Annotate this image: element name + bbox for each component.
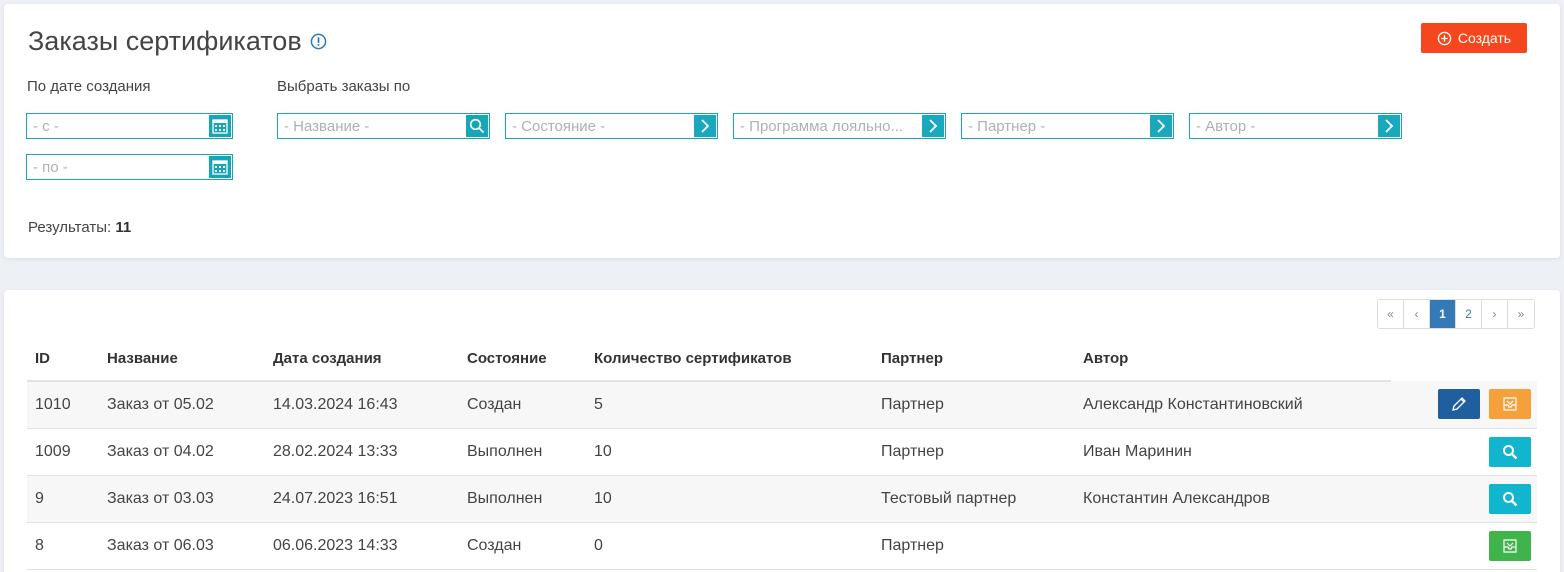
column-header-created[interactable]: Дата создания	[265, 337, 459, 382]
cell-name: Заказ от 03.03	[99, 475, 265, 523]
archive-icon	[1503, 538, 1517, 553]
edit-button[interactable]	[1437, 389, 1480, 420]
cell-author	[1075, 522, 1391, 570]
date-filter-label: По дате создания	[27, 78, 151, 95]
cell-count: 10	[586, 428, 873, 476]
cell-partner: Тестовый партнер	[873, 475, 1075, 523]
cell-created: 24.07.2023 16:51	[265, 475, 459, 523]
results-count: Результаты: 11	[28, 219, 131, 236]
table-row: 1009 Заказ от 04.02 28.02.2024 13:33 Вып…	[27, 428, 1537, 476]
create-button-label: Создать	[1457, 30, 1512, 46]
plus-circle-icon	[1437, 31, 1452, 45]
chevron-right-icon[interactable]	[922, 115, 944, 137]
program-filter-input[interactable]	[734, 114, 922, 138]
search-icon	[1503, 491, 1518, 506]
cell-id: 1009	[27, 428, 99, 476]
results-label: Результаты:	[28, 219, 112, 236]
cell-actions	[1391, 381, 1537, 429]
chevron-right-icon[interactable]	[694, 115, 716, 137]
state-filter-field[interactable]	[505, 113, 718, 139]
cell-id: 9	[27, 475, 99, 523]
column-header-id[interactable]: ID	[27, 337, 99, 382]
orders-table: ID Название Дата создания Состояние Коли…	[27, 337, 1537, 570]
cell-id: 1010	[27, 381, 99, 429]
calendar-icon[interactable]	[209, 115, 231, 137]
table-row: 9 Заказ от 03.03 24.07.2023 16:51 Выполн…	[27, 475, 1537, 523]
cell-created: 28.02.2024 13:33	[265, 428, 459, 476]
filter-panel: Заказы сертификатов Создать По дате созд…	[4, 4, 1560, 258]
chevron-right-icon[interactable]	[1378, 115, 1400, 137]
table-panel: « ‹ 1 2 › » ID Название Дата создания Со…	[4, 290, 1560, 572]
cell-created: 06.06.2023 14:33	[265, 522, 459, 570]
select-filter-label: Выбрать заказы по	[277, 78, 411, 95]
author-filter-field[interactable]	[1189, 113, 1402, 139]
program-filter-field[interactable]	[733, 113, 946, 139]
name-filter-field	[277, 113, 490, 139]
column-header-partner[interactable]: Партнер	[873, 337, 1075, 382]
pagination-page-1[interactable]: 1	[1430, 300, 1456, 328]
cell-author: Александр Константиновский	[1075, 381, 1391, 429]
edit-icon	[1451, 397, 1466, 412]
create-button[interactable]: Создать	[1421, 23, 1527, 53]
search-icon[interactable]	[466, 115, 488, 137]
cell-state: Выполнен	[459, 428, 586, 476]
cell-count: 0	[586, 522, 873, 570]
page-title: Заказы сертификатов	[28, 26, 327, 57]
table-row: 8 Заказ от 06.03 06.06.2023 14:33 Создан…	[27, 522, 1537, 570]
chevron-right-icon[interactable]	[1150, 115, 1172, 137]
pagination-page-2[interactable]: 2	[1456, 300, 1482, 328]
date-from-field	[26, 113, 233, 139]
cell-partner: Партнер	[873, 428, 1075, 476]
state-filter-input[interactable]	[506, 114, 694, 138]
cell-author: Константин Александров	[1075, 475, 1391, 523]
date-to-input[interactable]	[27, 155, 209, 179]
pagination: « ‹ 1 2 › »	[1377, 299, 1535, 329]
archive-button[interactable]	[1489, 530, 1531, 561]
calendar-icon[interactable]	[209, 156, 231, 178]
column-header-count[interactable]: Количество сертификатов	[586, 337, 873, 382]
cell-state: Создан	[459, 522, 586, 570]
table-header-row: ID Название Дата создания Состояние Коли…	[27, 337, 1537, 382]
partner-filter-input[interactable]	[962, 114, 1150, 138]
archive-icon	[1503, 397, 1517, 411]
pagination-next[interactable]: ›	[1482, 300, 1508, 328]
cell-actions	[1391, 475, 1537, 523]
cell-partner: Партнер	[873, 381, 1075, 429]
cell-created: 14.03.2024 16:43	[265, 381, 459, 429]
column-header-state[interactable]: Состояние	[459, 337, 586, 382]
pagination-last[interactable]: »	[1508, 300, 1534, 328]
search-icon	[1503, 444, 1518, 459]
partner-filter-field[interactable]	[961, 113, 1174, 139]
name-filter-input[interactable]	[278, 114, 466, 138]
cell-state: Создан	[459, 381, 586, 429]
page-title-text: Заказы сертификатов	[28, 26, 302, 56]
cell-author: Иван Маринин	[1075, 428, 1391, 476]
cell-actions	[1391, 428, 1537, 476]
pagination-prev[interactable]: ‹	[1404, 300, 1430, 328]
cell-count: 5	[586, 381, 873, 429]
cell-name: Заказ от 06.03	[99, 522, 265, 570]
author-filter-input[interactable]	[1190, 114, 1378, 138]
view-button[interactable]	[1489, 436, 1531, 467]
results-number: 11	[115, 219, 132, 236]
info-icon[interactable]	[310, 33, 327, 50]
pagination-first[interactable]: «	[1378, 300, 1404, 328]
cell-partner: Партнер	[873, 522, 1075, 570]
cell-count: 10	[586, 475, 873, 523]
table-row: 1010 Заказ от 05.02 14.03.2024 16:43 Соз…	[27, 381, 1537, 429]
archive-button[interactable]	[1489, 389, 1531, 420]
column-header-name[interactable]: Название	[99, 337, 265, 382]
column-header-actions	[1391, 337, 1537, 381]
column-header-author[interactable]: Автор	[1075, 337, 1391, 382]
date-from-input[interactable]	[27, 114, 209, 138]
cell-id: 8	[27, 522, 99, 570]
view-button[interactable]	[1489, 483, 1531, 514]
cell-actions	[1391, 522, 1537, 570]
cell-name: Заказ от 05.02	[99, 381, 265, 429]
cell-state: Выполнен	[459, 475, 586, 523]
cell-name: Заказ от 04.02	[99, 428, 265, 476]
date-to-field	[26, 154, 233, 180]
